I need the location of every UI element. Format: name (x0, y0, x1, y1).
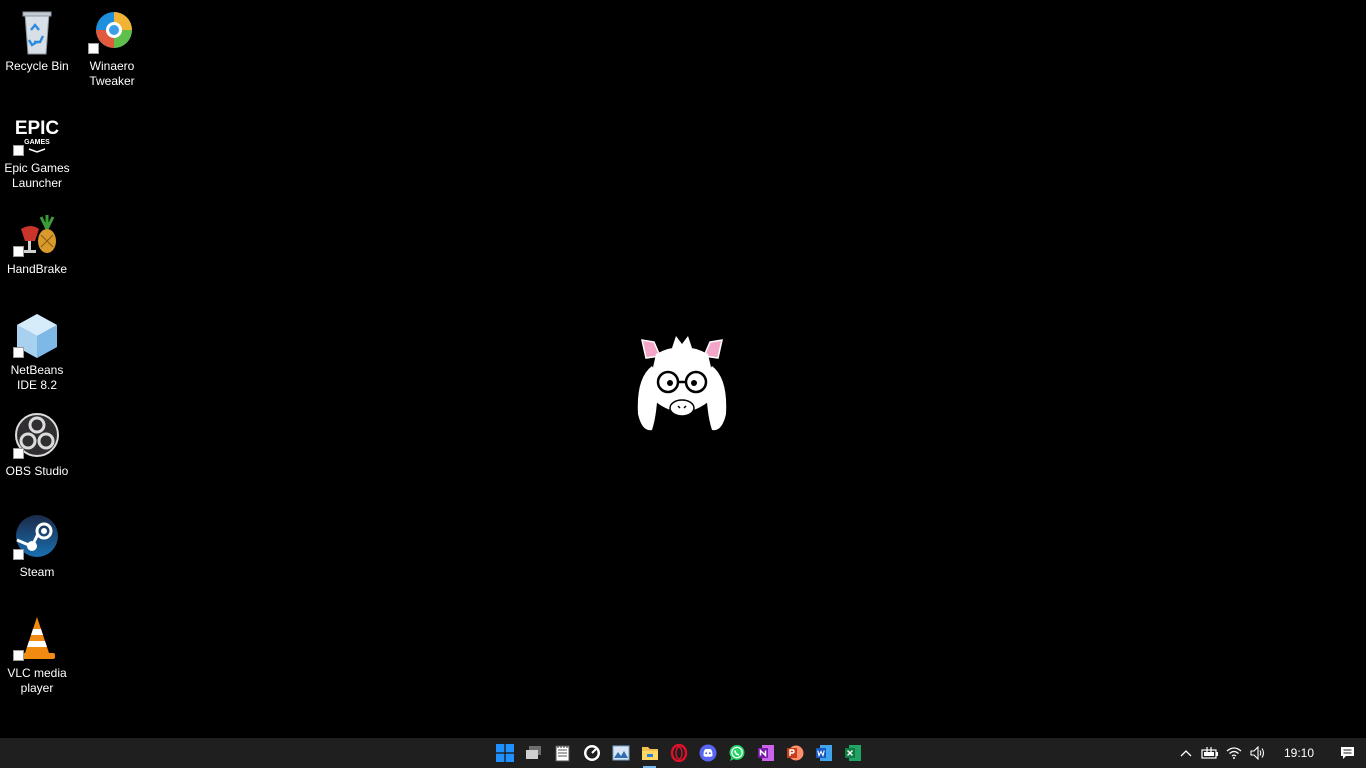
desktop: Recycle Bin Winaero Tweaker EPIC GAMES E… (0, 0, 1366, 738)
shortcut-arrow-icon (13, 145, 24, 156)
start-button[interactable] (490, 738, 519, 768)
whatsapp-icon (729, 745, 744, 761)
shortcut-arrow-icon (13, 448, 24, 459)
desktop-icon-recycle-bin[interactable]: Recycle Bin (0, 8, 74, 74)
speedometer-icon (583, 745, 600, 761)
desktop-icon-vlc-media-player[interactable]: VLC media player (0, 615, 74, 696)
desktop-icon-steam[interactable]: Steam (0, 514, 74, 580)
notepad-button[interactable] (548, 738, 577, 768)
system-tray: 19:10 (1174, 738, 1366, 768)
clock[interactable]: 19:10 (1270, 746, 1328, 760)
epic-games-icon: EPIC GAMES (13, 110, 61, 158)
task-view-icon (525, 746, 541, 759)
whatsapp-button[interactable] (722, 738, 751, 768)
desktop-icon-label: OBS Studio (5, 464, 69, 478)
powerpoint-icon (786, 745, 803, 761)
steam-icon (13, 514, 61, 562)
task-view-button[interactable] (519, 738, 548, 768)
show-hidden-icons-button[interactable] (1174, 738, 1198, 768)
discord-icon (699, 744, 716, 762)
netbeans-icon (13, 312, 61, 360)
shortcut-arrow-icon (88, 43, 99, 54)
desktop-icon-label: NetBeans IDE 8.2 (10, 363, 64, 392)
photos-icon (612, 745, 629, 761)
desktop-icon-label: Winaero Tweaker (89, 59, 135, 88)
winaero-tweaker-icon (88, 8, 136, 56)
speaker-icon (1250, 746, 1265, 760)
excel-button[interactable] (838, 738, 867, 768)
shortcut-arrow-icon (13, 246, 24, 257)
recycle-bin-icon (13, 8, 61, 56)
battery-icon (1201, 747, 1218, 759)
wallpaper-goat-character-image (632, 332, 732, 436)
desktop-icon-label: Steam (19, 565, 55, 579)
taskbar: 19:10 (0, 738, 1366, 768)
network-button[interactable] (1222, 738, 1246, 768)
desktop-icon-obs-studio[interactable]: OBS Studio (0, 413, 74, 479)
opera-icon (670, 744, 687, 762)
excel-icon (844, 745, 861, 761)
desktop-icon-label: VLC media player (7, 666, 67, 695)
powerpoint-button[interactable] (780, 738, 809, 768)
epic-logo-text: EPIC (15, 118, 60, 139)
word-button[interactable] (809, 738, 838, 768)
action-center-icon (1340, 747, 1354, 759)
battery-button[interactable] (1198, 738, 1222, 768)
windows-logo-icon (495, 744, 514, 762)
desktop-icon-label: Recycle Bin (5, 59, 69, 73)
shortcut-arrow-icon (13, 347, 24, 358)
notepad-icon (555, 745, 569, 762)
file-explorer-button[interactable] (635, 738, 664, 768)
onenote-button[interactable] (751, 738, 780, 768)
epic-logo-subtext: GAMES (24, 139, 50, 146)
speedometer-app-button[interactable] (577, 738, 606, 768)
action-center-button[interactable] (1328, 738, 1366, 768)
desktop-icon-winaero-tweaker[interactable]: Winaero Tweaker (75, 8, 149, 89)
chevron-up-icon (1180, 750, 1192, 757)
vlc-cone-icon (13, 615, 61, 663)
onenote-icon (757, 745, 774, 761)
desktop-icon-label: Epic Games Launcher (4, 161, 70, 190)
desktop-icon-epic-games-launcher[interactable]: EPIC GAMES Epic Games Launcher (0, 110, 74, 191)
desktop-icon-handbrake[interactable]: HandBrake (0, 211, 74, 277)
word-icon (815, 745, 832, 761)
discord-button[interactable] (693, 738, 722, 768)
obs-studio-icon (13, 413, 61, 461)
taskbar-pinned-apps (490, 738, 867, 768)
folder-icon (641, 747, 658, 760)
handbrake-icon (13, 211, 61, 259)
photos-button[interactable] (606, 738, 635, 768)
desktop-icon-netbeans-ide[interactable]: NetBeans IDE 8.2 (0, 312, 74, 393)
shortcut-arrow-icon (13, 650, 24, 661)
wifi-icon (1226, 747, 1242, 759)
shortcut-arrow-icon (13, 549, 24, 560)
volume-button[interactable] (1246, 738, 1270, 768)
opera-button[interactable] (664, 738, 693, 768)
desktop-icon-label: HandBrake (6, 262, 68, 276)
